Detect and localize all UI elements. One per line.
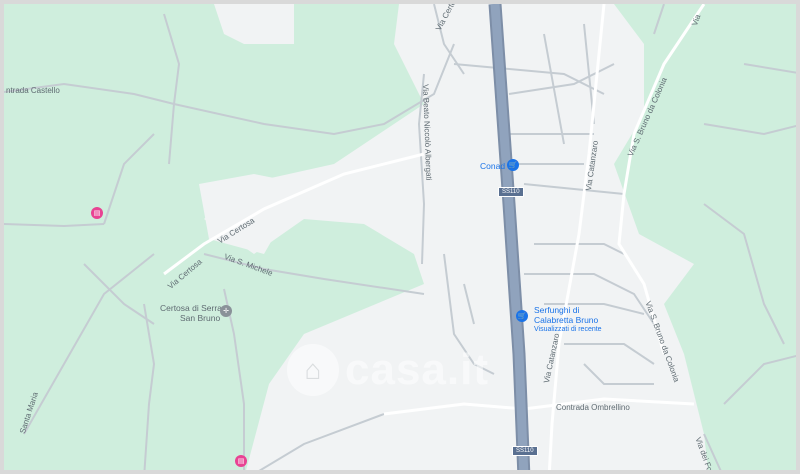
poi-certosa-name-line1[interactable]: Certosa di Serra bbox=[160, 303, 222, 313]
poi-serfunghi-subtitle: Visualizzati di recente bbox=[534, 326, 602, 333]
route-shield-ss110-lower: SS110 bbox=[512, 446, 538, 456]
church-icon[interactable]: ✛ bbox=[220, 305, 232, 317]
route-shield-ss110: SS110 bbox=[498, 187, 524, 197]
shopping-cart-icon[interactable]: 🛒 bbox=[507, 159, 519, 171]
poi-serfunghi-name-line1[interactable]: Serfunghi di bbox=[534, 305, 579, 315]
shopping-cart-icon[interactable]: 🛒 bbox=[516, 310, 528, 322]
poi-certosa-name-line2[interactable]: San Bruno bbox=[180, 313, 220, 323]
house-icon: ⌂ bbox=[287, 344, 339, 396]
bed-icon[interactable]: ▤ bbox=[91, 207, 103, 219]
map-container[interactable]: ntrada Castello Via Certosa Via Certosa … bbox=[0, 0, 800, 474]
map-canvas[interactable] bbox=[4, 4, 800, 474]
watermark-text: casa.it bbox=[345, 345, 489, 394]
urban-area-north bbox=[214, 4, 294, 44]
bed-icon[interactable]: ▤ bbox=[235, 455, 247, 467]
poi-serfunghi-name-line2[interactable]: Calabretta Bruno bbox=[534, 315, 598, 325]
poi-conad-label[interactable]: Conad bbox=[480, 161, 505, 171]
road-label-strada-castello: ntrada Castello bbox=[6, 86, 60, 95]
casa-it-watermark: ⌂ casa.it bbox=[287, 344, 489, 396]
road-label-contrada-ombrellino: Contrada Ombrellino bbox=[556, 403, 630, 412]
